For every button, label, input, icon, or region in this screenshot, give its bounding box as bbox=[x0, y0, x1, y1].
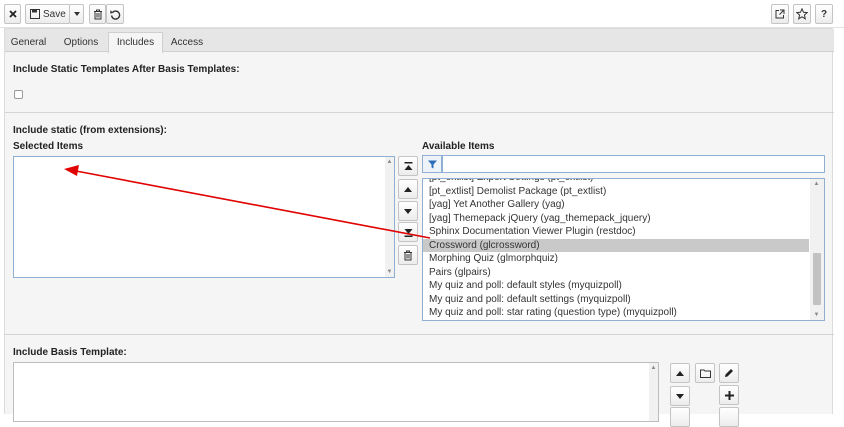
include-basis-template-label: Include Basis Template: bbox=[13, 347, 127, 358]
help-button[interactable]: ? bbox=[815, 4, 833, 24]
available-items-scrollbar[interactable]: ▲ ▼ bbox=[810, 179, 824, 320]
delete-button[interactable] bbox=[89, 4, 106, 24]
basis-move-up-button[interactable] bbox=[670, 363, 690, 383]
tab-general[interactable]: General bbox=[5, 32, 52, 52]
move-to-top-button[interactable] bbox=[398, 156, 418, 176]
external-link-icon bbox=[775, 9, 785, 19]
filter-icon bbox=[427, 160, 437, 168]
section-divider bbox=[5, 112, 834, 113]
remove-item-button[interactable] bbox=[398, 245, 418, 265]
edit-record-button[interactable] bbox=[719, 363, 739, 383]
tab-access[interactable]: Access bbox=[165, 32, 209, 52]
move-down-button[interactable] bbox=[398, 201, 418, 221]
available-item[interactable]: [pt_extlist] Export Settings (pt_extlist… bbox=[423, 179, 809, 184]
basis-move-down-button[interactable] bbox=[670, 386, 690, 406]
basis-move-bottom-button[interactable] bbox=[670, 407, 690, 427]
plus-icon bbox=[724, 390, 734, 400]
static-after-basis-label: Include Static Templates After Basis Tem… bbox=[13, 64, 240, 75]
undo-icon bbox=[109, 9, 120, 20]
available-item[interactable]: [pt_extlist] Demolist Package (pt_extlis… bbox=[423, 185, 809, 198]
scroll-down-arrow-icon[interactable]: ▼ bbox=[386, 269, 393, 275]
tab-includes[interactable]: Includes bbox=[108, 32, 163, 53]
caret-down-icon bbox=[676, 393, 684, 399]
selected-items-list[interactable]: ▲ ▼ bbox=[13, 156, 395, 278]
bookmark-button[interactable] bbox=[793, 4, 811, 24]
scroll-down-arrow-icon[interactable]: ▼ bbox=[813, 312, 820, 318]
form-panel: General Options Includes Access Include … bbox=[4, 28, 834, 427]
available-items-list[interactable]: [pt_extlist] Export Settings (pt_extlist… bbox=[422, 178, 825, 321]
include-static-label: Include static (from extensions): bbox=[13, 125, 167, 136]
open-new-window-button[interactable] bbox=[771, 4, 789, 24]
available-item[interactable]: Crossword (glcrossword) bbox=[423, 238, 809, 252]
help-icon: ? bbox=[820, 8, 828, 20]
close-button[interactable] bbox=[4, 4, 21, 24]
save-button-label: Save bbox=[43, 8, 66, 20]
available-item[interactable]: Sphinx Documentation Viewer Plugin (rest… bbox=[423, 225, 809, 238]
static-after-basis-checkbox[interactable] bbox=[14, 90, 23, 99]
available-item[interactable]: My quiz and poll: default styles (myquiz… bbox=[423, 279, 809, 292]
add-record-button[interactable] bbox=[719, 385, 739, 405]
scroll-up-arrow-icon[interactable]: ▲ bbox=[813, 181, 820, 187]
available-item[interactable]: [yag] Themepack jQuery (yag_themepack_jq… bbox=[423, 212, 809, 225]
save-options-dropdown[interactable] bbox=[69, 4, 84, 24]
folder-icon bbox=[699, 369, 711, 378]
basis-template-list[interactable]: ▲ bbox=[13, 362, 659, 422]
available-item[interactable]: My quiz and poll: star rating (question … bbox=[423, 306, 809, 319]
selected-items-scrollbar[interactable]: ▲ ▼ bbox=[385, 157, 394, 277]
tab-bar: General Options Includes Access bbox=[5, 29, 834, 53]
tab-options[interactable]: Options bbox=[56, 32, 106, 52]
caret-down-icon bbox=[404, 208, 412, 214]
caret-up-icon bbox=[676, 370, 684, 376]
trash-icon bbox=[404, 250, 412, 260]
available-item[interactable]: Pairs (glpairs) bbox=[423, 266, 809, 279]
available-item[interactable]: Morphing Quiz (glmorphquiz) bbox=[423, 252, 809, 265]
move-bottom-icon bbox=[404, 228, 412, 237]
scroll-up-arrow-icon[interactable]: ▲ bbox=[650, 365, 657, 371]
caret-up-icon bbox=[404, 186, 412, 192]
available-items-label: Available Items bbox=[422, 141, 495, 152]
basis-extra-button[interactable] bbox=[719, 407, 739, 427]
available-item[interactable]: My quiz and poll: default settings (myqu… bbox=[423, 293, 809, 306]
browse-records-button[interactable] bbox=[695, 363, 715, 383]
history-button[interactable] bbox=[106, 4, 124, 24]
pencil-icon bbox=[725, 369, 733, 377]
trash-icon bbox=[93, 9, 102, 19]
section-divider bbox=[5, 334, 834, 335]
floppy-disk-icon bbox=[30, 9, 40, 19]
scroll-up-arrow-icon[interactable]: ▲ bbox=[386, 159, 393, 165]
doc-header-toolbar: Save ? bbox=[0, 0, 844, 28]
move-up-button[interactable] bbox=[398, 179, 418, 199]
star-icon bbox=[796, 8, 808, 20]
save-button[interactable]: Save bbox=[25, 4, 70, 24]
move-top-icon bbox=[404, 161, 412, 170]
available-item[interactable]: [yag] Yet Another Gallery (yag) bbox=[423, 198, 809, 211]
scrollbar-thumb[interactable] bbox=[813, 253, 821, 305]
filter-button[interactable] bbox=[422, 155, 442, 173]
caret-down-icon bbox=[73, 12, 80, 16]
close-icon bbox=[8, 10, 17, 18]
available-item[interactable]: My quiz and poll: ratings/votings (myqui… bbox=[423, 320, 809, 321]
move-to-bottom-button[interactable] bbox=[398, 222, 418, 242]
selected-items-label: Selected Items bbox=[13, 141, 84, 152]
basis-template-scrollbar[interactable]: ▲ bbox=[649, 363, 658, 421]
available-items-filter-input[interactable] bbox=[442, 155, 825, 173]
